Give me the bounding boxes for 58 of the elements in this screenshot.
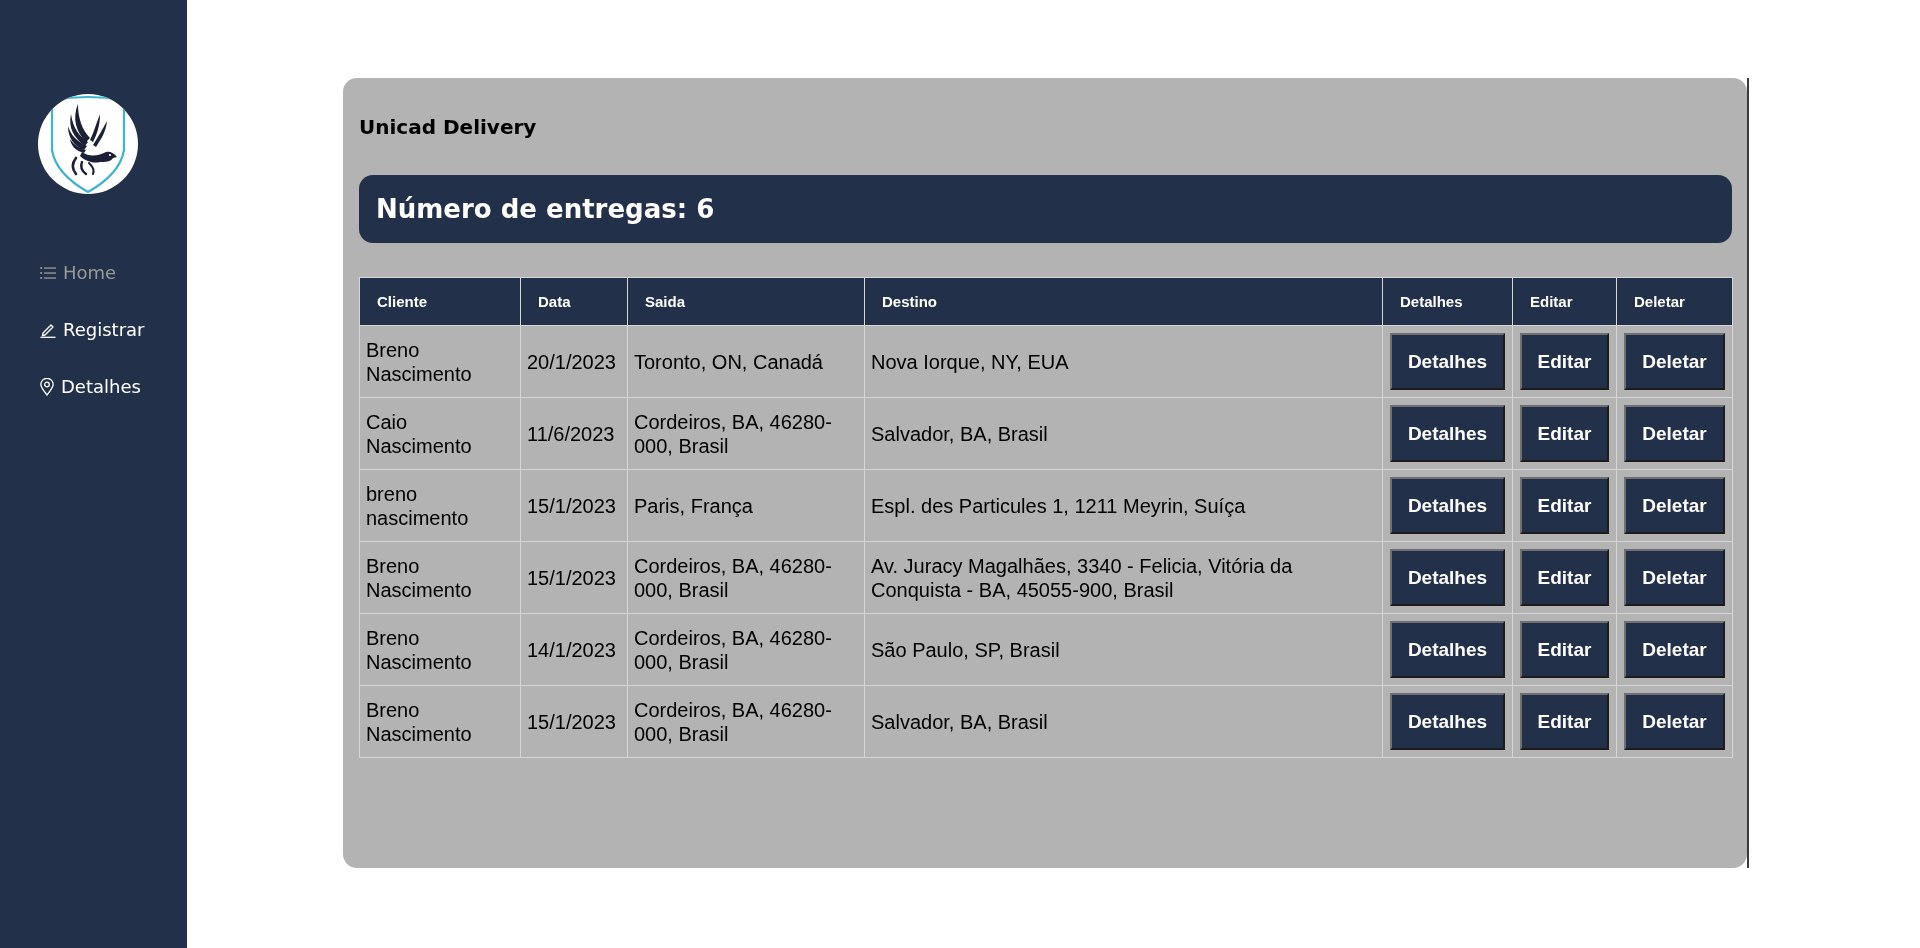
delete-button[interactable]: Deletar xyxy=(1624,621,1725,678)
column-header: Detalhes xyxy=(1382,277,1513,326)
column-header: Deletar xyxy=(1616,277,1733,326)
edit-button[interactable]: Editar xyxy=(1519,477,1610,534)
table-cell: Caio Nascimento xyxy=(359,397,521,470)
edit-button[interactable]: Editar xyxy=(1519,549,1610,606)
details-button[interactable]: Detalhes xyxy=(1389,549,1506,606)
table-cell: 15/1/2023 xyxy=(520,541,628,614)
edit-button[interactable]: Editar xyxy=(1519,621,1610,678)
table-cell: Paris, França xyxy=(627,469,865,542)
table-cell: 15/1/2023 xyxy=(520,685,628,758)
location-pin-icon xyxy=(40,378,54,396)
details-button[interactable]: Detalhes xyxy=(1389,621,1506,678)
count-banner: Número de entregas: 6 xyxy=(359,175,1732,243)
table-cell: Cordeiros, BA, 46280-000, Brasil xyxy=(627,613,865,686)
edit-button[interactable]: Editar xyxy=(1519,693,1610,750)
table-cell: 15/1/2023 xyxy=(520,469,628,542)
table-cell: Nova Iorque, NY, EUA xyxy=(864,325,1383,398)
delete-button[interactable]: Deletar xyxy=(1624,693,1725,750)
column-header: Cliente xyxy=(359,277,521,326)
table-cell: Salvador, BA, Brasil xyxy=(864,685,1383,758)
table-cell: Salvador, BA, Brasil xyxy=(864,397,1383,470)
nav-link[interactable]: Registrar xyxy=(40,318,145,342)
nav-link[interactable]: Home xyxy=(40,261,117,285)
table-cell: Breno Nascimento xyxy=(359,541,521,614)
table-cell: Breno Nascimento xyxy=(359,325,521,398)
list-icon xyxy=(40,266,56,280)
column-header: Editar xyxy=(1512,277,1617,326)
table-cell: 14/1/2023 xyxy=(520,613,628,686)
details-button[interactable]: Detalhes xyxy=(1389,405,1506,462)
table-cell: Cordeiros, BA, 46280-000, Brasil xyxy=(627,685,865,758)
table-cell: Cordeiros, BA, 46280-000, Brasil xyxy=(627,541,865,614)
eagle-logo-icon xyxy=(38,94,138,194)
details-button[interactable]: Detalhes xyxy=(1389,333,1506,390)
delete-button[interactable]: Deletar xyxy=(1624,333,1725,390)
table-cell: Breno Nascimento xyxy=(359,613,521,686)
details-button[interactable]: Detalhes xyxy=(1389,693,1506,750)
column-header: Data xyxy=(520,277,628,326)
column-header: Destino xyxy=(864,277,1383,326)
details-button[interactable]: Detalhes xyxy=(1389,477,1506,534)
pencil-icon xyxy=(40,322,56,338)
app-title: Unicad Delivery xyxy=(359,114,538,141)
table-cell: Espl. des Particules 1, 1211 Meyrin, Suíça xyxy=(864,469,1383,542)
table-cell: 11/6/2023 xyxy=(520,397,628,470)
delete-button[interactable]: Deletar xyxy=(1624,405,1725,462)
table-cell: Cordeiros, BA, 46280-000, Brasil xyxy=(627,397,865,470)
delete-button[interactable]: Deletar xyxy=(1624,477,1725,534)
table-cell: São Paulo, SP, Brasil xyxy=(864,613,1383,686)
table-cell: Toronto, ON, Canadá xyxy=(627,325,865,398)
table-cell: Av. Juracy Magalhães, 3340 - Felicia, Vitória da Conquista - BA, 45055-900, Brasil xyxy=(864,541,1383,614)
table-cell: breno nascimento xyxy=(359,469,521,542)
edit-button[interactable]: Editar xyxy=(1519,405,1610,462)
nav-link[interactable]: Detalhes xyxy=(40,375,141,399)
delete-button[interactable]: Deletar xyxy=(1624,549,1725,606)
edit-button[interactable]: Editar xyxy=(1519,333,1610,390)
column-header: Saida xyxy=(627,277,865,326)
table-cell: 20/1/2023 xyxy=(520,325,628,398)
table-cell: Breno Nascimento xyxy=(359,685,521,758)
